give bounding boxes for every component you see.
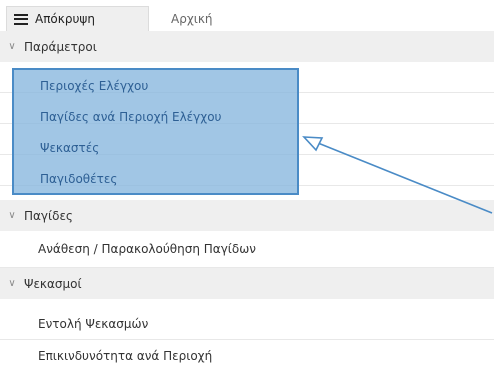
annotation-arrow-icon xyxy=(302,136,493,214)
